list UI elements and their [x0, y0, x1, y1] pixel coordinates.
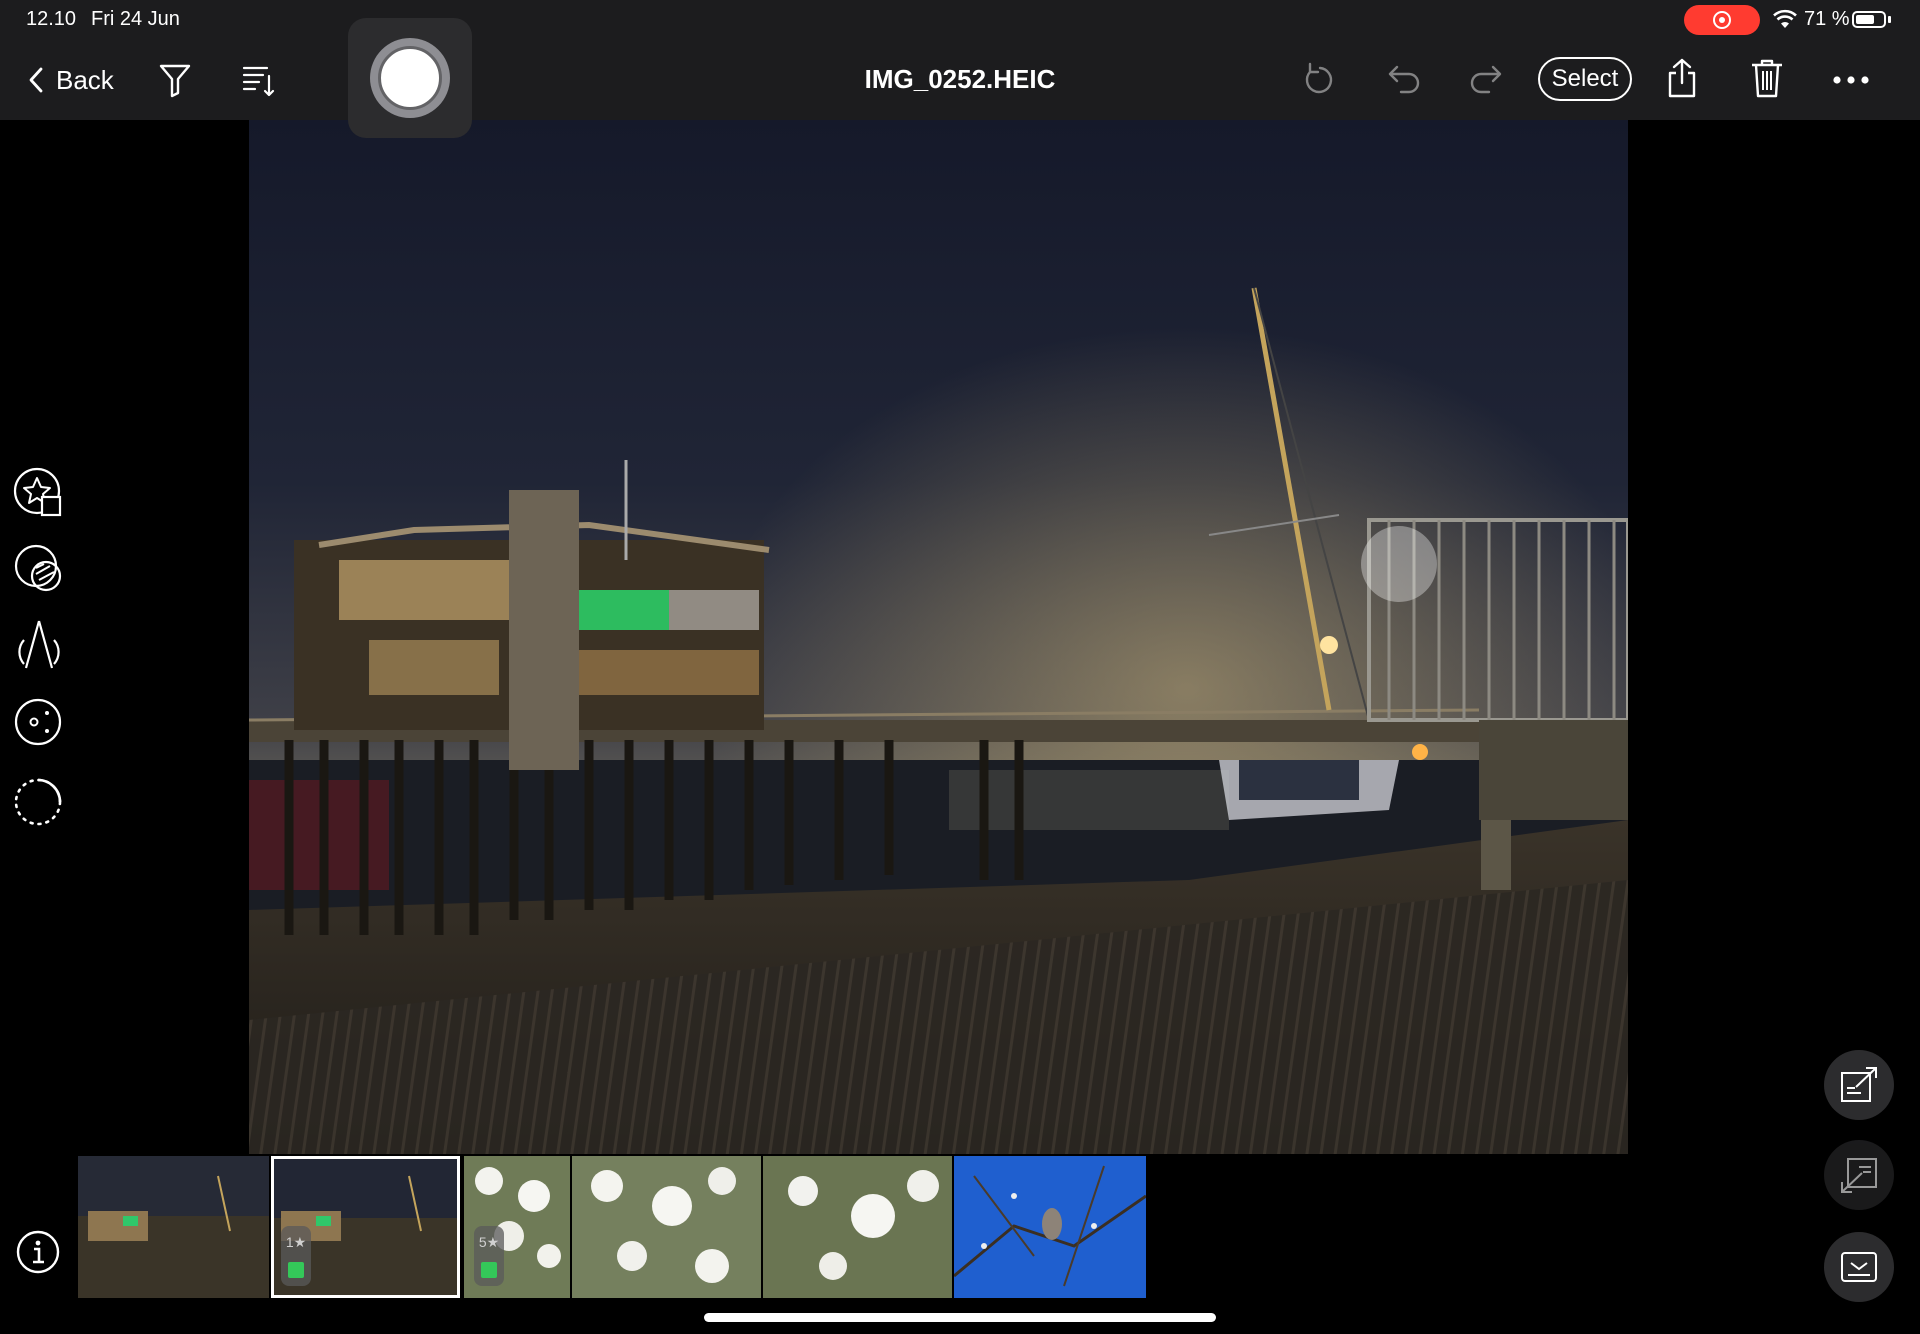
thumbnail-image	[954, 1156, 1146, 1298]
capture-button-inner	[378, 46, 442, 110]
thumbnail[interactable]	[78, 1156, 269, 1298]
capture-button[interactable]	[370, 38, 450, 118]
undo-icon	[1388, 65, 1420, 94]
lens-button[interactable]	[12, 696, 66, 750]
selection-border	[271, 1156, 460, 1298]
favorites-edit-button[interactable]	[12, 466, 66, 520]
thumbnail-image	[572, 1156, 761, 1298]
rating-text: 5★	[478, 1234, 500, 1250]
file-title: IMG_0252.HEIC	[864, 64, 1056, 94]
status-date: Fri 24 Jun	[91, 8, 180, 30]
top-toolbar: Back IMG_0252.HEIC Select	[0, 40, 1920, 120]
info-icon	[16, 1230, 60, 1274]
main-photo	[249, 120, 1628, 1154]
info-button[interactable]	[16, 1230, 60, 1274]
thumbnail[interactable]: 5★	[464, 1156, 570, 1298]
lens-icon	[14, 698, 62, 746]
delete-button[interactable]	[1745, 56, 1789, 100]
select-button[interactable]: Select	[1538, 57, 1632, 101]
home-indicator[interactable]	[704, 1313, 1216, 1322]
import-button[interactable]	[1824, 1140, 1894, 1210]
import-icon	[1841, 1158, 1877, 1193]
keyboard-icon	[1841, 1252, 1877, 1282]
more-icon	[1833, 76, 1869, 84]
lasso-icon	[14, 778, 62, 826]
wifi-icon	[1773, 9, 1797, 28]
perspective-icon	[18, 620, 60, 669]
perspective-button[interactable]	[12, 618, 66, 672]
chevron-left-icon	[29, 67, 43, 93]
rating-badge: 5★	[474, 1226, 504, 1286]
lasso-button[interactable]	[12, 776, 66, 830]
sort-icon	[242, 66, 275, 97]
redo-button[interactable]	[1465, 58, 1509, 102]
filter-icon	[159, 64, 191, 98]
screen-recording-indicator[interactable]	[1684, 5, 1760, 35]
record-icon	[1713, 11, 1731, 29]
mask-icon	[14, 544, 62, 592]
thumbnail[interactable]	[954, 1156, 1146, 1298]
share-button[interactable]	[1660, 56, 1704, 100]
share-icon	[1668, 58, 1696, 98]
thumbnail[interactable]	[572, 1156, 761, 1298]
capture-well	[348, 18, 472, 138]
mask-button[interactable]	[12, 542, 66, 596]
battery-percent: 71 %	[1804, 8, 1850, 30]
more-button[interactable]	[1829, 58, 1873, 102]
back-button[interactable]: Back	[28, 58, 114, 102]
status-bar: 12.10 Fri 24 Jun 71 %	[0, 0, 1920, 40]
export-icon	[1841, 1067, 1877, 1102]
status-time: 12.10	[26, 8, 77, 30]
thumbnail-selected[interactable]: 1★	[271, 1156, 460, 1298]
thumbnail-image	[78, 1156, 269, 1298]
undo-button[interactable]	[1381, 58, 1425, 102]
star-edit-icon	[13, 467, 62, 517]
keyboard-button[interactable]	[1824, 1232, 1894, 1302]
redo-icon	[1470, 65, 1502, 94]
battery-tip	[1888, 16, 1891, 23]
sort-button[interactable]	[236, 58, 280, 102]
thumbnail-image	[763, 1156, 952, 1298]
back-label: Back	[56, 64, 114, 95]
photo-viewer[interactable]	[249, 120, 1628, 1154]
thumbnail[interactable]	[763, 1156, 952, 1298]
color-label-green	[481, 1262, 497, 1278]
battery-level	[1856, 15, 1874, 24]
battery-icon	[1852, 11, 1886, 28]
rotate-icon	[1305, 62, 1333, 94]
rotate-button[interactable]	[1296, 58, 1340, 102]
trash-icon	[1752, 59, 1782, 98]
export-button[interactable]	[1824, 1050, 1894, 1120]
filter-button[interactable]	[153, 58, 197, 102]
